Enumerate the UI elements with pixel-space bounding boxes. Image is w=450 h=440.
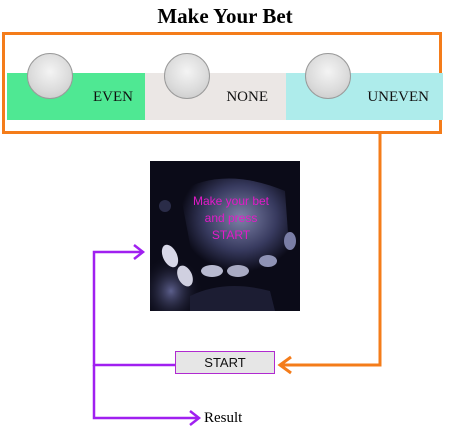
option-even[interactable]: EVEN (7, 53, 145, 120)
radio-button-even[interactable] (27, 53, 73, 99)
dice-message: Make your bet and press START (176, 193, 286, 244)
page-title: Make Your Bet (157, 4, 293, 28)
dice-image: Make your bet and press START (150, 161, 300, 311)
start-button[interactable]: START (175, 351, 275, 374)
start-to-dice-arrowhead (133, 244, 146, 260)
dice-message-line: and press (204, 211, 258, 225)
bet-to-start-arrowhead (277, 355, 292, 375)
option-none-label: NONE (226, 89, 268, 105)
option-uneven[interactable]: UNEVEN (286, 53, 443, 120)
radio-button-uneven[interactable] (305, 53, 351, 99)
option-even-label: EVEN (93, 89, 133, 105)
option-none[interactable]: NONE (145, 53, 286, 120)
result-label: Result (204, 410, 243, 426)
dice-message-line: Make your bet (192, 194, 270, 208)
to-result-arrowhead (189, 410, 202, 426)
radio-button-none[interactable] (164, 53, 210, 99)
dice-message-line: START (211, 228, 251, 242)
option-uneven-label: UNEVEN (367, 89, 429, 105)
